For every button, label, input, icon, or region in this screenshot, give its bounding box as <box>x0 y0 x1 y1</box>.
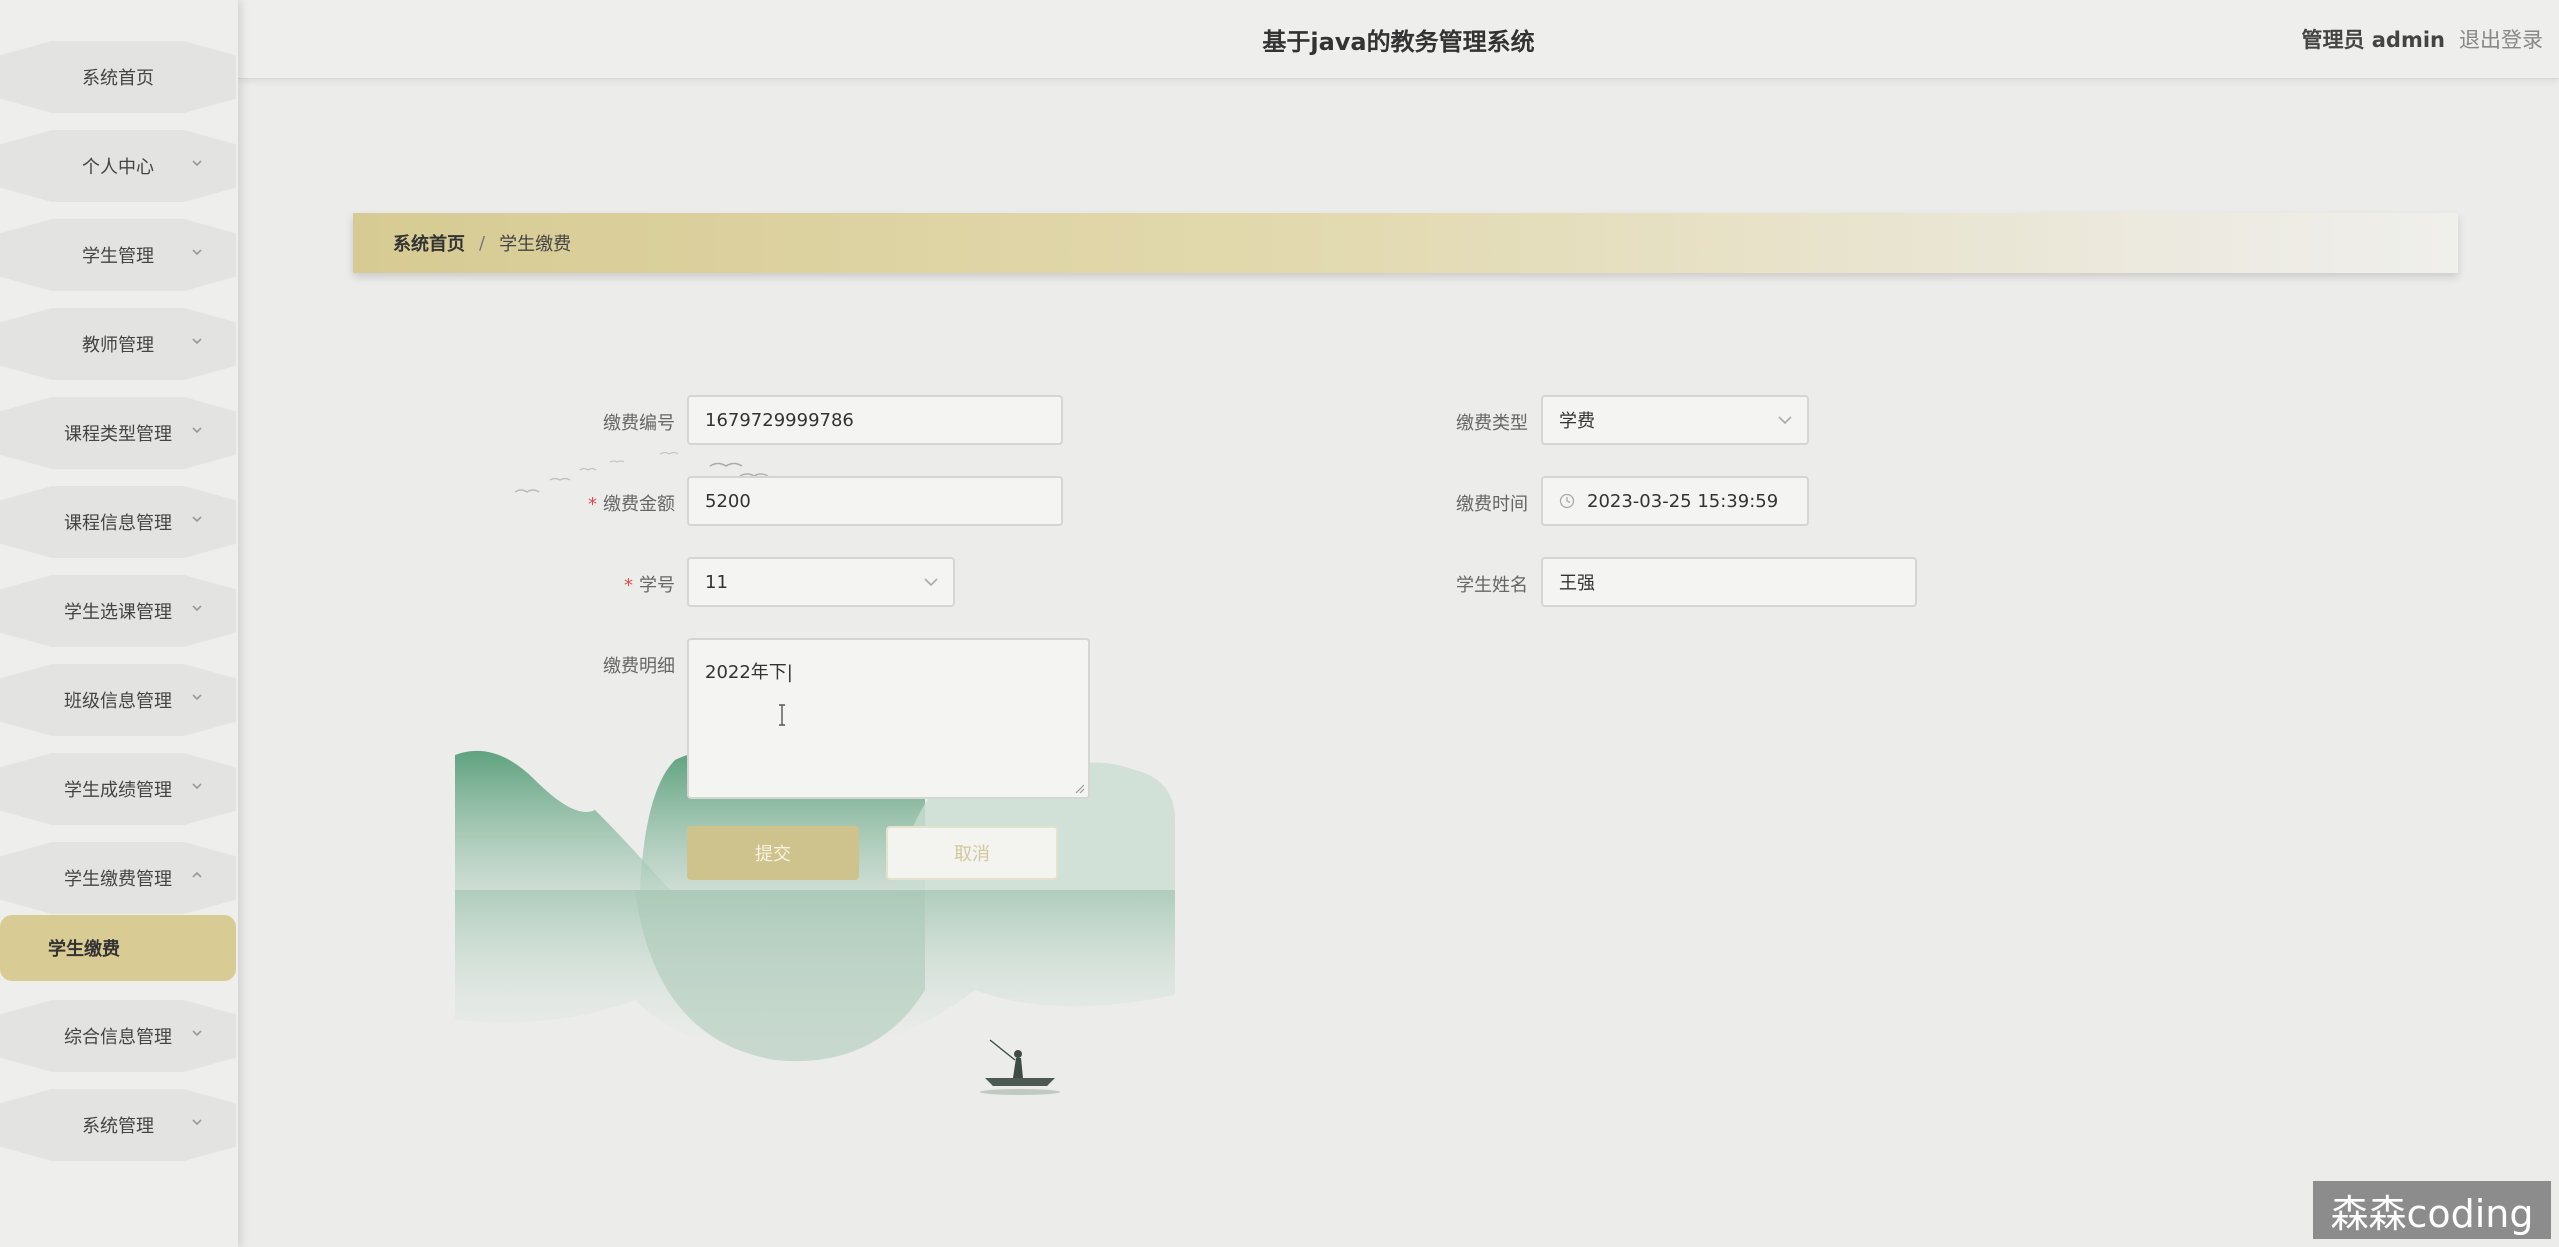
sidebar-subitem-student-payment[interactable]: 学生缴费 <box>0 915 236 981</box>
sidebar-item-label: 学生选课管理 <box>64 602 172 623</box>
amount-value: 5200 <box>705 490 751 512</box>
chevron-down-icon <box>192 783 202 790</box>
detail-textarea[interactable]: 2022年下| <box>687 638 1090 799</box>
chevron-down-icon <box>192 427 202 434</box>
clock-icon <box>1559 493 1575 509</box>
sidebar-item-personal-center[interactable]: 个人中心 <box>0 130 236 202</box>
chevron-down-icon <box>192 694 202 701</box>
logout-link[interactable]: 退出登录 <box>2459 24 2543 54</box>
sidebar-item-label: 班级信息管理 <box>64 691 172 712</box>
sidebar-item-comprehensive-info-management[interactable]: 综合信息管理 <box>0 1000 236 1072</box>
student-name-input[interactable]: 王强 <box>1541 557 1917 607</box>
payment-type-value: 学费 <box>1559 411 1595 432</box>
student-no-value: 11 <box>705 571 728 593</box>
chevron-down-icon <box>192 1030 202 1037</box>
chevron-up-icon <box>192 871 202 878</box>
sidebar-item-label: 学生缴费管理 <box>64 869 172 890</box>
payment-time-value: 2023-03-25 15:39:59 <box>1587 490 1779 512</box>
sidebar-item-home[interactable]: 系统首页 <box>0 41 236 113</box>
landscape-painting-illustration <box>455 750 1175 1095</box>
sidebar-item-system-management[interactable]: 系统管理 <box>0 1089 236 1161</box>
top-header: 基于java的教务管理系统 管理员 admin 退出登录 <box>238 0 2559 79</box>
sidebar-item-label: 学生管理 <box>82 246 154 267</box>
chevron-down-icon <box>924 578 938 587</box>
payment-time-picker[interactable]: 2023-03-25 15:39:59 <box>1541 476 1809 526</box>
payment-no-label: 缴费编号 <box>603 413 675 434</box>
student-no-select[interactable]: 11 <box>687 557 955 607</box>
student-name-value: 王强 <box>1559 573 1595 594</box>
payment-no-value: 1679729999786 <box>705 409 854 431</box>
resize-handle-icon[interactable] <box>1073 782 1085 794</box>
sidebar-item-label: 课程信息管理 <box>64 513 172 534</box>
detail-value: 2022年下| <box>705 662 793 683</box>
submit-button[interactable]: 提交 <box>687 826 859 880</box>
sidebar-item-label: 教师管理 <box>82 335 154 356</box>
sidebar-item-label: 课程类型管理 <box>64 424 172 445</box>
sidebar-subitem-label: 学生缴费 <box>48 939 120 960</box>
chevron-down-icon <box>192 605 202 612</box>
breadcrumb-home-link[interactable]: 系统首页 <box>393 230 465 256</box>
payment-no-input[interactable]: 1679729999786 <box>687 395 1063 445</box>
amount-label: * 缴费金额 <box>588 494 675 515</box>
cancel-button[interactable]: 取消 <box>886 826 1058 880</box>
chevron-down-icon <box>192 249 202 256</box>
student-name-label: 学生姓名 <box>1456 575 1528 596</box>
sidebar-item-class-info-management[interactable]: 班级信息管理 <box>0 664 236 736</box>
sidebar-item-course-selection-management[interactable]: 学生选课管理 <box>0 575 236 647</box>
breadcrumb-current: 学生缴费 <box>499 234 572 255</box>
amount-input[interactable]: 5200 <box>687 476 1063 526</box>
watermark: 森森coding <box>2313 1181 2551 1239</box>
sidebar-item-label: 系统管理 <box>82 1116 154 1137</box>
payment-time-label: 缴费时间 <box>1456 494 1528 515</box>
sidebar-item-grade-management[interactable]: 学生成绩管理 <box>0 753 236 825</box>
sidebar-item-teacher-management[interactable]: 教师管理 <box>0 308 236 380</box>
sidebar-item-label: 学生成绩管理 <box>64 780 172 801</box>
sidebar-item-course-type-management[interactable]: 课程类型管理 <box>0 397 236 469</box>
chevron-down-icon <box>192 1119 202 1126</box>
user-role-label: 管理员 admin <box>2301 28 2445 52</box>
sidebar-item-label: 系统首页 <box>82 68 154 89</box>
chevron-down-icon <box>192 338 202 345</box>
detail-label: 缴费明细 <box>603 656 675 677</box>
sidebar-item-student-management[interactable]: 学生管理 <box>0 219 236 291</box>
sidebar-item-label: 个人中心 <box>82 157 154 178</box>
text-cursor-icon <box>779 704 785 726</box>
sidebar: 系统首页 个人中心 学生管理 教师管理 课程类型管理 课程信息管理 学生选课管理… <box>0 0 238 1247</box>
sidebar-item-course-info-management[interactable]: 课程信息管理 <box>0 486 236 558</box>
payment-type-label: 缴费类型 <box>1456 413 1528 434</box>
app-title: 基于java的教务管理系统 <box>1262 28 1535 56</box>
user-area: 管理员 admin 退出登录 <box>2301 24 2543 54</box>
chevron-down-icon <box>192 516 202 523</box>
sidebar-item-label: 综合信息管理 <box>64 1027 172 1048</box>
required-mark: * <box>588 494 597 515</box>
breadcrumb: 系统首页 / 学生缴费 <box>353 213 2458 273</box>
breadcrumb-separator: / <box>479 232 486 254</box>
payment-type-select[interactable]: 学费 <box>1541 395 1809 445</box>
chevron-down-icon <box>192 160 202 167</box>
student-no-label: * 学号 <box>624 575 675 596</box>
required-mark: * <box>624 575 633 596</box>
chevron-down-icon <box>1778 416 1792 425</box>
sidebar-item-payment-management[interactable]: 学生缴费管理 <box>0 842 236 914</box>
